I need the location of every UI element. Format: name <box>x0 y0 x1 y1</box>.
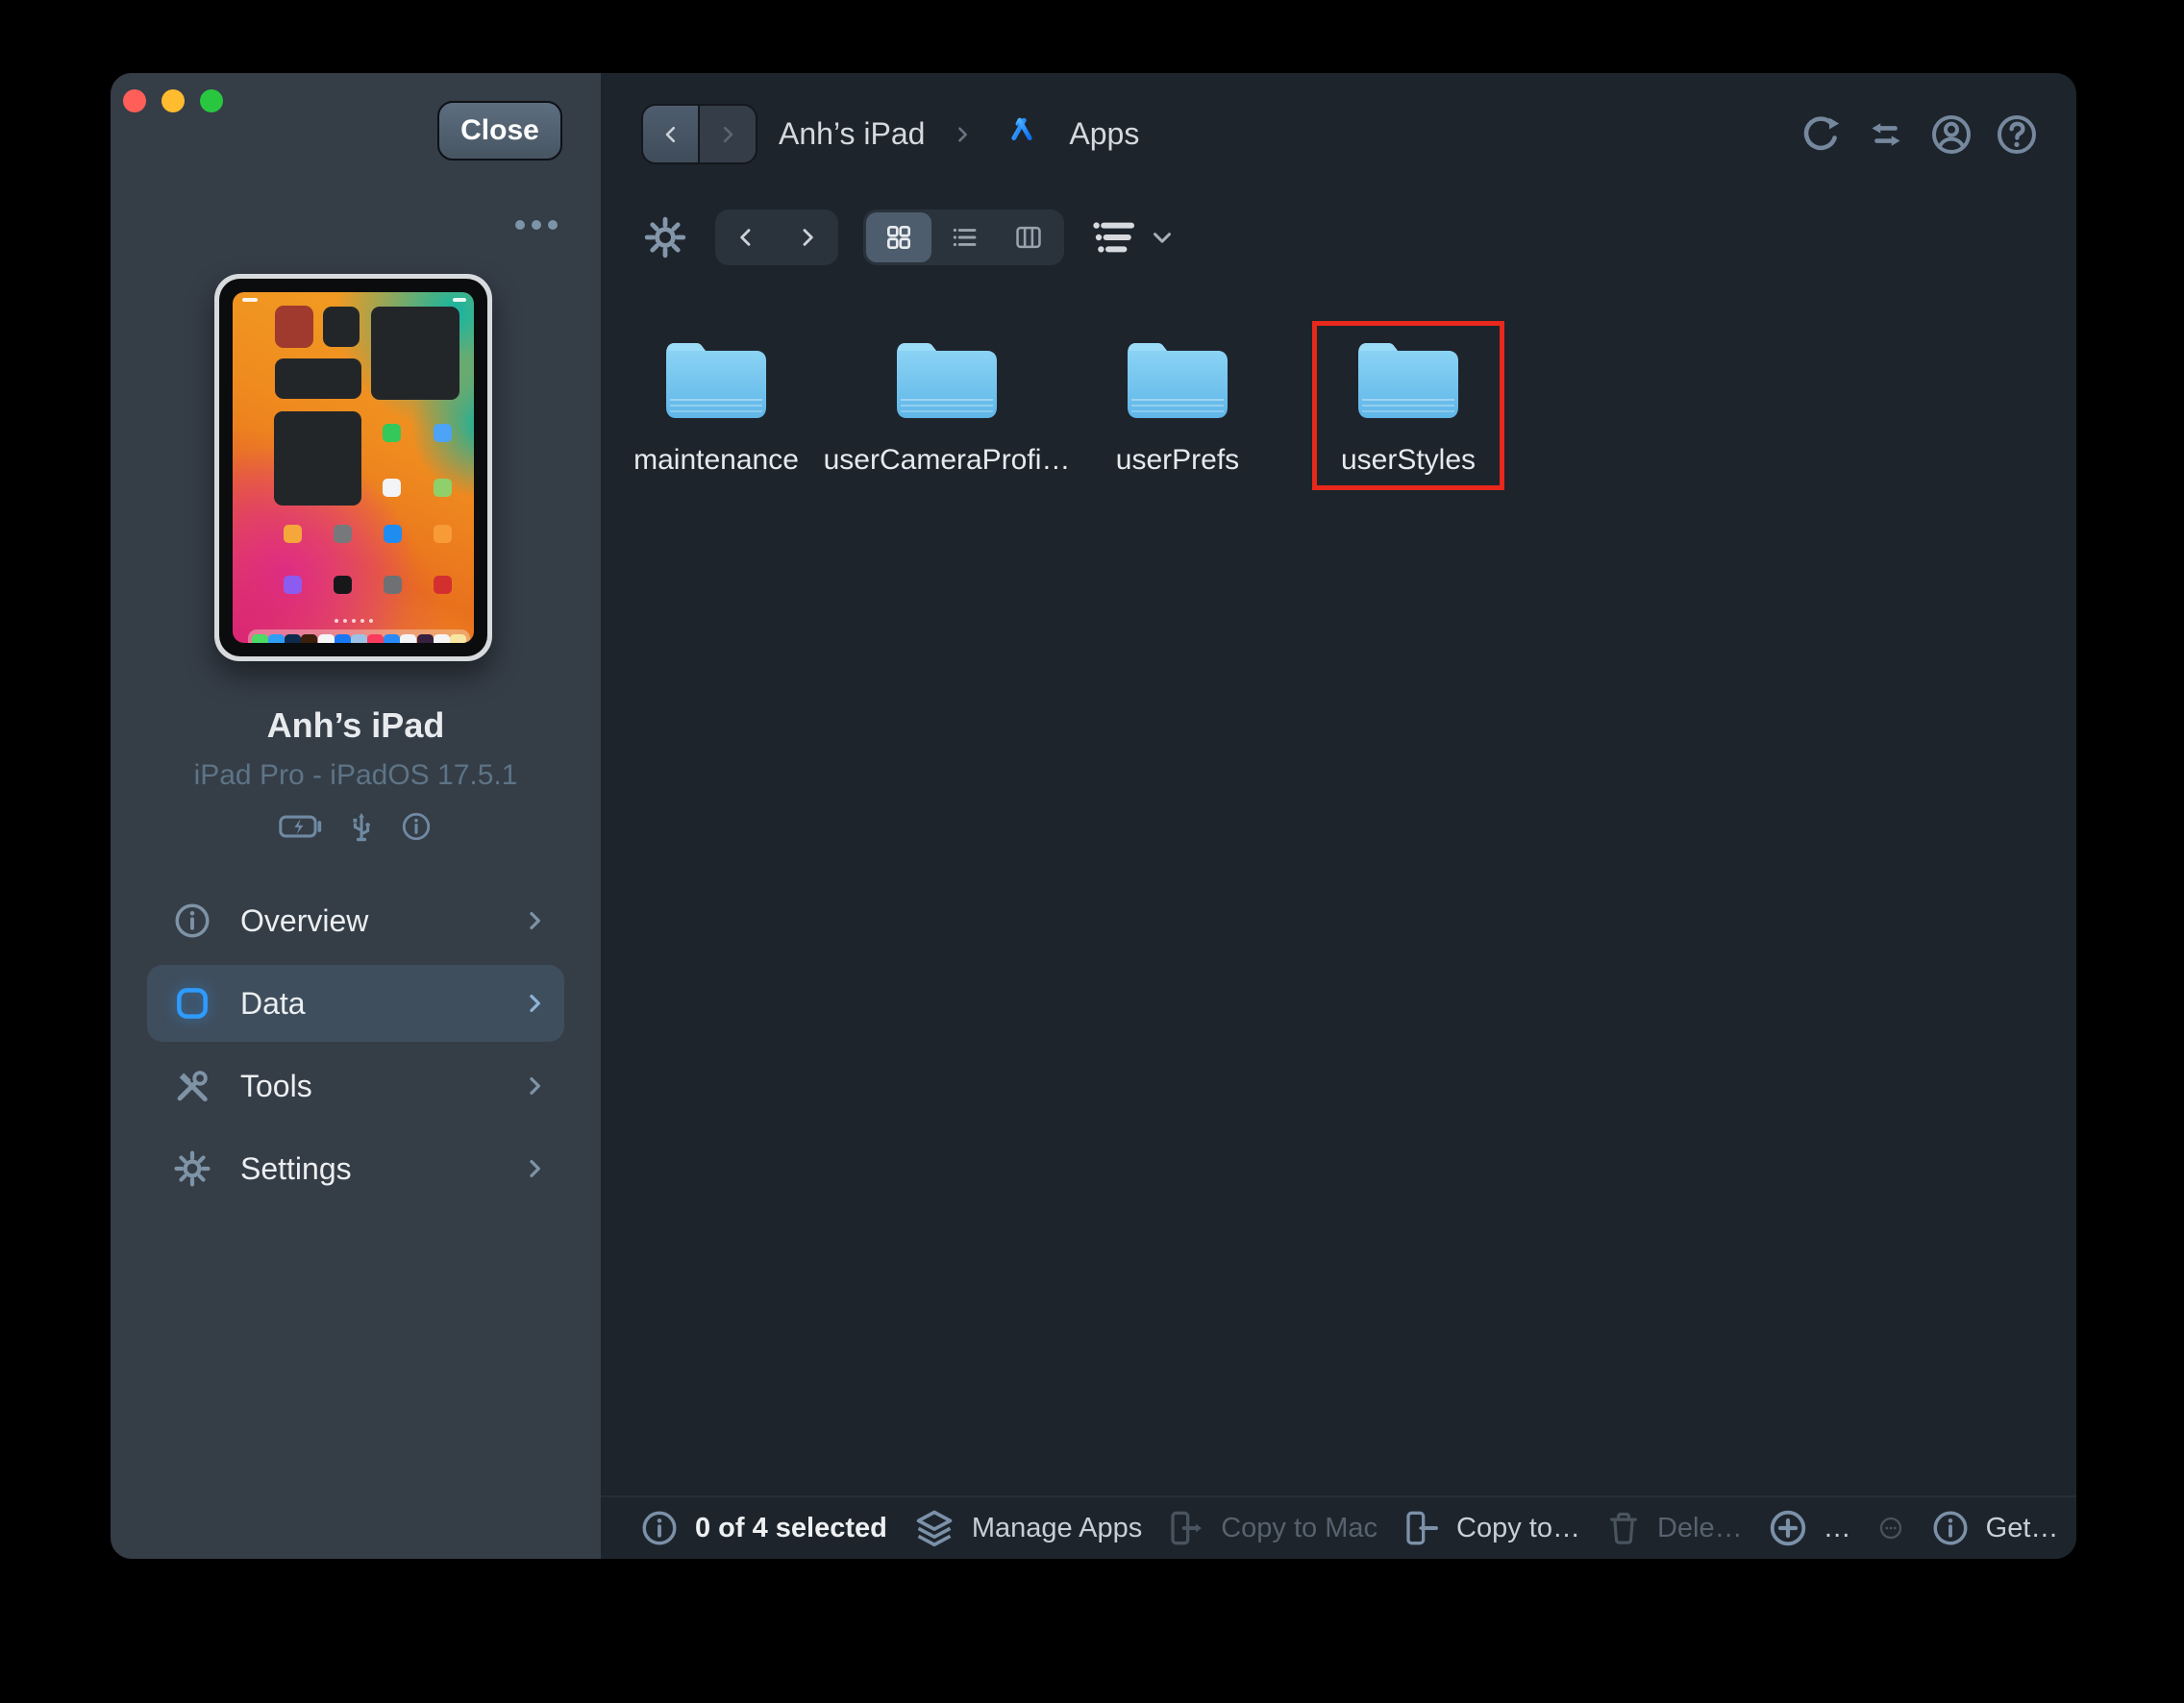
main-panel: Anh’s iPad Apps <box>601 73 2076 1559</box>
window-controls <box>123 89 223 112</box>
main-header: Anh’s iPad Apps <box>601 73 2076 195</box>
device-name: Anh’s iPad <box>111 705 601 746</box>
folder-icon <box>1124 334 1231 421</box>
action-label: Copy to Mac <box>1221 1513 1377 1544</box>
action-label: Dele… <box>1657 1513 1743 1544</box>
info-circle-icon <box>172 901 212 941</box>
sidebar-item-data[interactable]: Data <box>147 965 564 1042</box>
folder-icon <box>662 334 770 421</box>
more-options-icon[interactable] <box>515 220 558 230</box>
help-icon[interactable] <box>1994 111 2040 158</box>
minimize-window-icon[interactable] <box>161 89 185 112</box>
chevron-right-icon <box>522 908 547 933</box>
sidebar-item-label: Tools <box>240 1069 312 1104</box>
app-window: Close <box>111 73 2076 1559</box>
folder-icon <box>893 334 1001 421</box>
breadcrumb-device[interactable]: Anh’s iPad <box>779 116 925 152</box>
close-window-icon[interactable] <box>123 89 146 112</box>
columns-view-icon[interactable] <box>996 212 1061 262</box>
action-label: Manage Apps <box>972 1513 1142 1544</box>
account-icon[interactable] <box>1928 111 1974 158</box>
list-view-icon[interactable] <box>931 212 997 262</box>
chevron-right-icon <box>952 124 973 145</box>
folder-back-button[interactable] <box>715 225 777 250</box>
chevron-right-icon <box>522 991 547 1016</box>
chevron-right-icon <box>522 1074 547 1098</box>
manage-apps-button[interactable]: Manage Apps <box>912 1506 1142 1550</box>
copy-to-mac-button: Copy to Mac <box>1167 1509 1377 1547</box>
header-actions <box>1798 111 2040 158</box>
group-by-icon <box>1089 214 1139 260</box>
forward-button[interactable] <box>700 106 756 162</box>
folder-icon <box>1354 334 1462 421</box>
device-import-icon <box>1402 1509 1441 1547</box>
action-label: … <box>1824 1513 1851 1544</box>
folder-item[interactable]: userCameraProfi… <box>851 321 1043 490</box>
folder-item[interactable]: userPrefs <box>1081 321 1274 490</box>
info-circle-icon <box>639 1508 680 1548</box>
sidebar: Close <box>111 73 601 1559</box>
device-preview <box>214 274 492 661</box>
trash-icon <box>1605 1510 1642 1546</box>
status-bar: 0 of 4 selected Manage Apps Copy to <box>601 1495 2076 1559</box>
folder-label: userCameraProfi… <box>824 444 1071 477</box>
get-info-button[interactable]: Get… <box>1930 1508 2059 1548</box>
app-store-icon <box>1000 112 1044 157</box>
copy-to-button[interactable]: Copy to… <box>1402 1509 1580 1547</box>
view-mode-switcher <box>863 210 1064 265</box>
tools-icon <box>172 1066 212 1106</box>
folder-item-highlighted[interactable]: userStyles <box>1312 321 1504 490</box>
device-status-icons <box>111 809 601 844</box>
device-export-icon <box>1167 1509 1205 1547</box>
transfer-icon[interactable] <box>1863 111 1909 158</box>
folder-grid: maintenance userCameraProfi… <box>620 321 1543 490</box>
breadcrumb: Anh’s iPad Apps <box>779 112 1139 157</box>
folder-item[interactable]: maintenance <box>620 321 812 490</box>
breadcrumb-section: Apps <box>1069 116 1139 152</box>
grid-view-icon[interactable] <box>866 212 931 262</box>
sidebar-nav: Overview Data <box>147 882 564 1207</box>
chevron-right-icon <box>522 1156 547 1181</box>
battery-charging-icon <box>279 814 323 839</box>
device-info: iPad Pro - iPadOS 17.5.1 <box>111 759 601 792</box>
sidebar-item-overview[interactable]: Overview <box>147 882 564 959</box>
info-circle-icon[interactable] <box>400 810 433 843</box>
app-square-icon <box>172 983 212 1024</box>
usb-icon[interactable] <box>344 809 379 844</box>
folder-label: maintenance <box>633 444 799 477</box>
selection-info: 0 of 4 selected <box>639 1508 887 1548</box>
folder-history-nav <box>715 210 838 265</box>
ellipsis-circle-icon[interactable] <box>1876 1514 1905 1543</box>
sidebar-item-label: Overview <box>240 903 368 939</box>
plus-circle-icon <box>1768 1508 1808 1548</box>
layers-icon <box>912 1506 956 1550</box>
refresh-icon[interactable] <box>1798 111 1844 158</box>
back-button[interactable] <box>643 106 700 162</box>
sort-group-control[interactable] <box>1089 214 1176 260</box>
gear-icon <box>172 1148 212 1189</box>
device-dock <box>248 629 470 643</box>
device-screenshot <box>233 292 474 643</box>
close-button[interactable]: Close <box>437 101 562 160</box>
folder-label: userPrefs <box>1116 444 1239 477</box>
action-label: Get… <box>1986 1513 2059 1544</box>
selection-count: 0 of 4 selected <box>695 1513 887 1544</box>
add-button[interactable]: … <box>1768 1508 1851 1548</box>
sidebar-item-label: Settings <box>240 1151 352 1187</box>
delete-button: Dele… <box>1605 1510 1743 1546</box>
folder-forward-button[interactable] <box>777 225 838 250</box>
gear-icon[interactable] <box>642 214 688 260</box>
history-nav <box>641 104 757 164</box>
browse-toolbar <box>601 195 2076 280</box>
sidebar-item-label: Data <box>240 986 306 1022</box>
action-label: Copy to… <box>1456 1513 1580 1544</box>
folder-label: userStyles <box>1341 444 1476 477</box>
zoom-window-icon[interactable] <box>200 89 223 112</box>
sidebar-item-tools[interactable]: Tools <box>147 1048 564 1124</box>
sidebar-item-settings[interactable]: Settings <box>147 1130 564 1207</box>
info-circle-icon <box>1930 1508 1971 1548</box>
chevron-down-icon <box>1149 224 1176 251</box>
